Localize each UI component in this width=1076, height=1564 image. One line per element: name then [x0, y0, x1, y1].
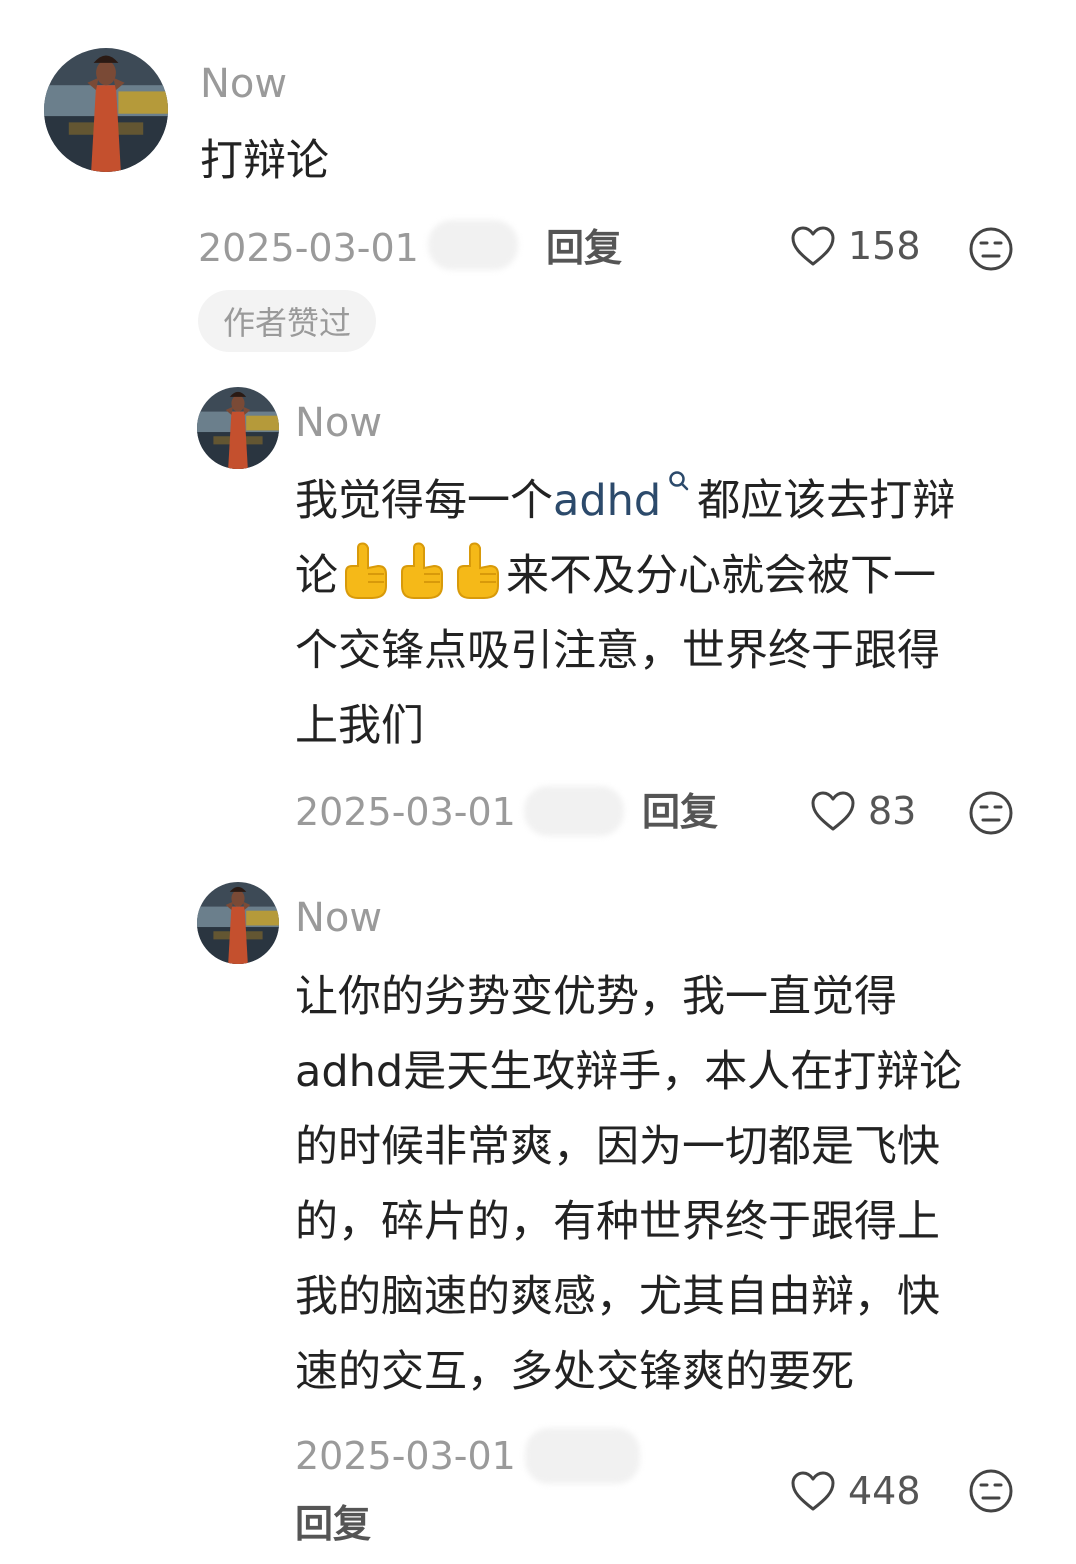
author-liked-badge: 作者赞过	[198, 290, 376, 352]
comment-date: 2025-03-01	[295, 1434, 516, 1478]
reply-button[interactable]: 回复	[642, 793, 718, 831]
dislike-button[interactable]	[968, 226, 1014, 276]
neutral-face-icon	[968, 790, 1014, 836]
search-icon	[669, 471, 689, 491]
comment-line: 的，碎片的，有种世界终于跟得上	[295, 1197, 940, 1247]
avatar[interactable]	[197, 882, 279, 964]
comment-line: 个交锋点吸引注意，世界终于跟得	[295, 626, 940, 676]
comment-line: 我觉得每一个adhd 都应该去打辩	[295, 464, 1055, 539]
like-count: 448	[848, 1469, 921, 1513]
like-button[interactable]: 448	[790, 1470, 921, 1512]
avatar[interactable]	[197, 387, 279, 469]
redacted-location	[428, 220, 518, 270]
dislike-button[interactable]	[968, 1468, 1014, 1518]
comment-date: 2025-03-01	[295, 790, 516, 834]
comment-line: 论来不及分心就会被下一	[295, 539, 1055, 614]
heart-outline-icon	[810, 790, 856, 832]
comment-line: 上我们	[295, 701, 424, 751]
reply-button[interactable]: 回复	[546, 229, 622, 267]
avatar[interactable]	[44, 48, 168, 172]
comment-line: 让你的劣势变优势，我一直觉得	[295, 972, 897, 1022]
index-pointing-up-emoji	[338, 540, 390, 600]
comment-line: adhd是天生攻辩手，本人在打辩论	[295, 1047, 963, 1097]
heart-outline-icon	[790, 1470, 836, 1512]
index-pointing-up-emoji	[450, 540, 502, 600]
redacted-location	[524, 786, 624, 836]
like-count: 83	[868, 789, 917, 833]
like-button[interactable]: 158	[790, 225, 921, 267]
comment-date: 2025-03-01	[198, 226, 419, 270]
comment-line: 的时候非常爽，因为一切都是飞快	[295, 1122, 940, 1172]
like-button[interactable]: 83	[810, 790, 916, 832]
redacted-location	[525, 1428, 640, 1484]
comment-text: 打辩论	[200, 136, 329, 186]
topic-link[interactable]: adhd	[553, 476, 661, 526]
dislike-button[interactable]	[968, 790, 1014, 840]
username[interactable]: Now	[200, 64, 287, 104]
comment-line: 速的交互，多处交锋爽的要死	[295, 1347, 854, 1397]
avatar-image	[197, 882, 279, 964]
avatar-image	[44, 48, 168, 172]
username[interactable]: Now	[295, 403, 382, 443]
index-pointing-up-emoji	[394, 540, 446, 600]
reply-button[interactable]: 回复	[295, 1505, 371, 1543]
comment-text: 让你的劣势变优势，我一直觉得 adhd是天生攻辩手，本人在打辩论 的时候非常爽，…	[295, 960, 1055, 1410]
comment-text: 我觉得每一个adhd 都应该去打辩 论来不及分心就会被下一 个交锋点吸引注意，世界…	[295, 464, 1055, 764]
comment-line: 我的脑速的爽感，尤其自由辩，快	[295, 1272, 940, 1322]
avatar-image	[197, 387, 279, 469]
heart-outline-icon	[790, 225, 836, 267]
neutral-face-icon	[968, 1468, 1014, 1514]
like-count: 158	[848, 224, 921, 268]
username[interactable]: Now	[295, 898, 382, 938]
neutral-face-icon	[968, 226, 1014, 272]
